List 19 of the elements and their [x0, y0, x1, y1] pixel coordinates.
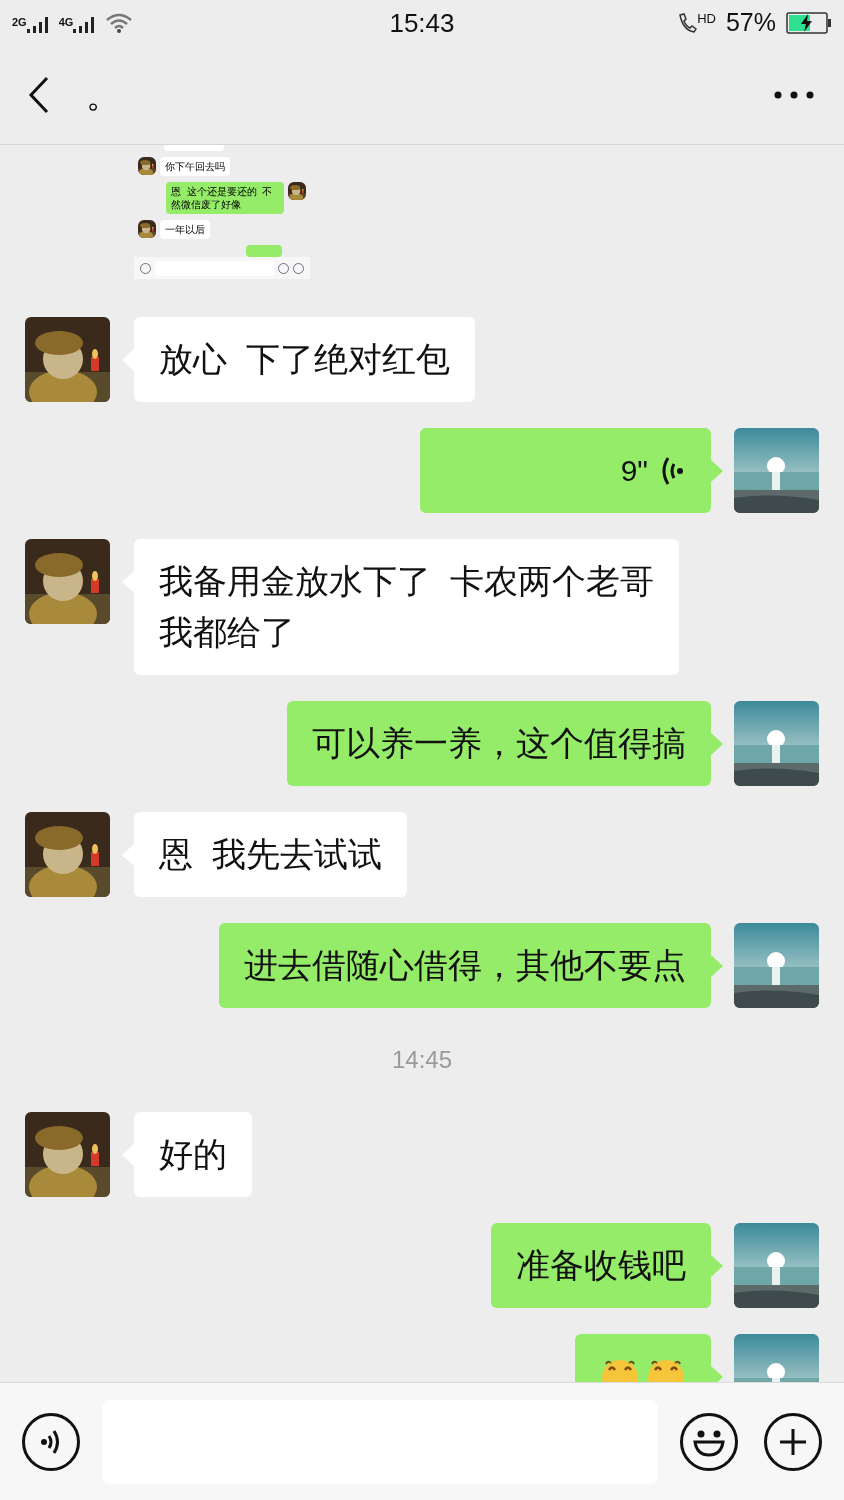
message-bubble[interactable]: 进去借随心借得，其他不要点 — [219, 923, 711, 1008]
clock: 15:43 — [389, 6, 455, 40]
message-bubble[interactable]: 恩 我先去试试 — [134, 812, 407, 897]
network-label: 4G — [58, 17, 74, 28]
battery-percent: 57% — [725, 7, 776, 39]
chat-screenshot[interactable]: 你下午回去吗 恩 这个还是要还的 不然微信废了好像 一年以后 — [134, 145, 310, 291]
chat-title: 。 — [86, 74, 120, 116]
message-bubble[interactable]: 可以养一养，这个值得搞 — [287, 701, 711, 786]
timestamp: 14:45 — [391, 1045, 453, 1075]
voice-message[interactable]: 9" — [420, 428, 711, 513]
message-text: 恩 这个还是要还的 不然微信废了好像 — [166, 182, 284, 214]
message-text: 你下午回去吗 — [160, 157, 230, 176]
network-label: 2G — [12, 17, 27, 28]
hd-label: HD — [697, 12, 716, 25]
message-text: 一年以后 — [160, 220, 210, 239]
message-bubble[interactable]: 准备收钱吧 — [491, 1223, 711, 1308]
message-bubble[interactable]: 放心 下了绝对红包 — [134, 317, 475, 402]
message-bubble[interactable]: 好的 — [134, 1112, 252, 1197]
message-bubble[interactable]: 我备用金放水下了 卡农两个老哥 我都给了 — [134, 539, 679, 675]
